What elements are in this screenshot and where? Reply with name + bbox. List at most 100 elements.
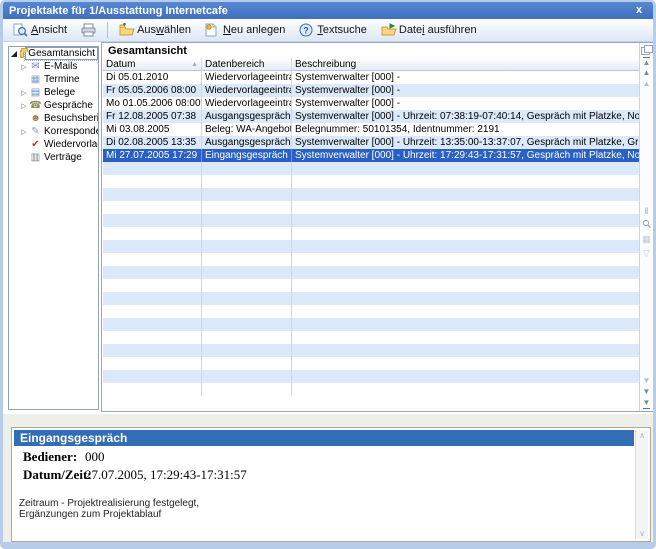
svg-text:?: ? [304, 26, 310, 36]
table-cell[interactable]: Fr 12.08.2005 07:38 [103, 110, 202, 123]
columns-icon[interactable]: ‖ [645, 205, 649, 219]
question-search-icon: ? [299, 23, 314, 37]
collapsed-arrow-icon[interactable]: ▷ [19, 63, 29, 71]
detail-notes: Zeitraum - Projektrealisierung festgeleg… [14, 484, 634, 520]
tree-item-label: Termine [42, 74, 82, 85]
table-cell [103, 357, 202, 370]
scroll-up-icon[interactable]: ▲ [643, 79, 651, 90]
sidebar-item-e-mails[interactable]: ▷✉E-Mails [9, 60, 98, 73]
table-cell [292, 201, 640, 214]
table-cell[interactable]: Systemverwalter [000] - Uhrzeit: 13:35:0… [292, 136, 640, 149]
run-file-icon [381, 23, 396, 37]
records-grid-panel: Gesamtansicht Datum▲DatenbereichBeschrei… [101, 42, 654, 412]
table-cell [103, 318, 202, 331]
filter-icon[interactable]: ▽ [643, 247, 650, 261]
open-folder-icon [119, 23, 134, 37]
sidebar-item-termine[interactable]: ▦Termine [9, 73, 98, 86]
scrollbar-up-icon[interactable]: ∧ [639, 431, 645, 440]
scroll-up-page-icon[interactable]: ▲ [643, 68, 651, 79]
table-row[interactable]: Mi 03.08.2005Beleg: WA-Angebot (alle Bel… [103, 123, 640, 136]
table-cell [103, 370, 202, 383]
title-bar[interactable]: Projektakte für 1/Ausstattung Internetca… [3, 2, 653, 19]
column-header-beschreibung[interactable]: Beschreibung [292, 58, 640, 71]
scroll-first-icon[interactable]: ▲ [643, 57, 651, 68]
table-cell[interactable]: Mi 27.07.2005 17:29 [103, 149, 202, 162]
table-cell[interactable]: Systemverwalter [000] - [292, 84, 640, 97]
table-row[interactable]: Fr 12.08.2005 07:38AusgangsgesprächSyste… [103, 110, 640, 123]
table-cell[interactable]: Systemverwalter [000] - Uhrzeit: 07:38:1… [292, 110, 640, 123]
table-cell [202, 253, 292, 266]
sidebar-item-korrespondenzen[interactable]: ▷✎Korrespondenzen [9, 125, 98, 138]
table-row[interactable]: Di 05.01.2010WiedervorlageeintragSystemv… [103, 71, 640, 84]
table-empty-row [103, 357, 640, 370]
search-icon[interactable] [642, 219, 651, 233]
auswaehlen-button[interactable]: Auswählen [113, 20, 197, 40]
table-cell[interactable]: Wiedervorlageeintrag [202, 84, 292, 97]
table-cell [292, 162, 640, 175]
sidebar-item-wiedervorlagen[interactable]: ✔Wiedervorlagen [9, 138, 98, 151]
table-cell [202, 305, 292, 318]
toolbar-button-label: Datei ausführen [399, 24, 477, 36]
scroll-last-icon[interactable]: ▼ [643, 398, 651, 409]
collapsed-arrow-icon[interactable]: ▷ [19, 89, 29, 97]
sidebar-item-besuchsberichte[interactable]: ☻Besuchsberichte [9, 112, 98, 125]
column-chooser-icon[interactable] [641, 45, 652, 55]
toolbar-button-label: Ansicht [31, 24, 67, 36]
tree-item-label: E-Mails [42, 61, 79, 72]
table-empty-row [103, 175, 640, 188]
detail-scrollbar[interactable]: ∧ ∨ [635, 430, 648, 539]
table-cell [202, 331, 292, 344]
scroll-down-icon[interactable]: ▼ [643, 376, 651, 387]
table-row[interactable]: Di 02.08.2005 13:35AusgangsgesprächSyste… [103, 136, 640, 149]
table-empty-row [103, 331, 640, 344]
collapsed-arrow-icon[interactable]: ▷ [19, 102, 29, 110]
table-cell [103, 188, 202, 201]
ansicht-button[interactable]: Ansicht [7, 20, 73, 40]
table-cell[interactable]: Di 05.01.2010 [103, 71, 202, 84]
column-header-datum[interactable]: Datum▲ [103, 58, 202, 71]
table-empty-row [103, 162, 640, 175]
main-area: ◢ Gesamtansicht ▷✉E-Mails▦Termine▷▤Beleg… [3, 42, 653, 414]
textsuche-button[interactable]: ?Textsuche [293, 20, 373, 40]
tree-root-gesamtansicht[interactable]: ◢ Gesamtansicht [9, 47, 98, 60]
table-cell[interactable]: Wiedervorlageeintrag [202, 71, 292, 84]
grid-icon[interactable]: ▦ [642, 233, 651, 247]
tree-root-label[interactable]: Gesamtansicht [25, 47, 98, 60]
receipt-icon: ▤ [29, 87, 42, 98]
collapsed-arrow-icon[interactable]: ▷ [19, 128, 29, 136]
scroll-down-page-icon[interactable]: ▼ [643, 387, 651, 398]
table-cell[interactable]: Ausgangsgespräch [202, 110, 292, 123]
table-cell[interactable]: Mo 01.05.2006 08:00 [103, 97, 202, 110]
table-cell[interactable]: Systemverwalter [000] - [292, 97, 640, 110]
expanded-arrow-icon[interactable]: ◢ [9, 49, 19, 58]
print-button[interactable] [75, 20, 102, 40]
detail-note-line: Ergänzungen zum Projektablauf [19, 509, 634, 520]
lower-area: Eingangsgespräch Bediener:000Datum/Zeit:… [3, 414, 653, 542]
table-cell[interactable]: Ausgangsgespräch [202, 136, 292, 149]
datei-ausfuehren-button[interactable]: Datei ausführen [375, 20, 483, 40]
table-cell[interactable]: Beleg: WA-Angebot (alle Bel [202, 123, 292, 136]
scrollbar-down-icon[interactable]: ∨ [639, 529, 645, 538]
column-header-datenbereich[interactable]: Datenbereich [202, 58, 292, 71]
table-cell[interactable]: Belegnummer: 50101354, Identnummer: 2191 [292, 123, 640, 136]
table-cell[interactable]: Mi 03.08.2005 [103, 123, 202, 136]
table-cell[interactable]: Systemverwalter [000] - [292, 71, 640, 84]
phone-icon: ☎ [29, 100, 42, 111]
sidebar-item-gespr-che[interactable]: ▷☎Gespräche [9, 99, 98, 112]
neu-anlegen-button[interactable]: Neu anlegen [199, 20, 291, 40]
close-button[interactable]: x [631, 4, 647, 17]
table-row[interactable]: Mo 01.05.2006 08:00WiedervorlageeintragS… [103, 97, 640, 110]
sidebar-item-vertr-ge[interactable]: ▥Verträge [9, 151, 98, 164]
table-row[interactable]: Fr 05.05.2006 08:00WiedervorlageeintragS… [103, 84, 640, 97]
sidebar-item-belege[interactable]: ▷▤Belege [9, 86, 98, 99]
table-row[interactable]: Mi 27.07.2005 17:29EingangsgesprächSyste… [103, 149, 640, 162]
table-cell[interactable]: Fr 05.05.2006 08:00 [103, 84, 202, 97]
table-cell[interactable]: Eingangsgespräch [202, 149, 292, 162]
people-icon: ☻ [29, 113, 42, 124]
table-cell[interactable]: Wiedervorlageeintrag [202, 97, 292, 110]
table-cell [103, 201, 202, 214]
records-table: Datum▲DatenbereichBeschreibungDi 05.01.2… [103, 58, 640, 396]
table-cell [292, 331, 640, 344]
table-cell[interactable]: Di 02.08.2005 13:35 [103, 136, 202, 149]
table-cell[interactable]: Systemverwalter [000] - Uhrzeit: 17:29:4… [292, 149, 640, 162]
